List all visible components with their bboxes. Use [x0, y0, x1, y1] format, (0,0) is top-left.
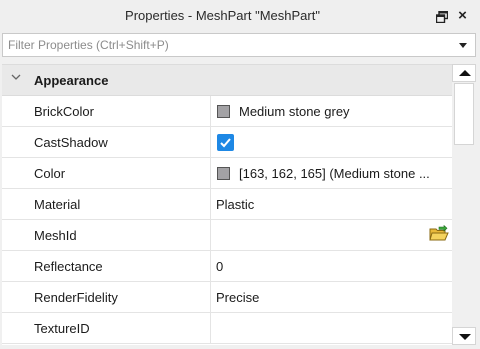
properties-panel: Properties - MeshPart "MeshPart" × Appea…	[0, 0, 480, 349]
property-name: CastShadow	[34, 135, 108, 150]
chevron-down-icon[interactable]	[11, 72, 21, 82]
vertical-scrollbar[interactable]	[452, 64, 476, 345]
category-appearance[interactable]: Appearance	[2, 65, 452, 96]
open-folder-icon[interactable]	[429, 225, 449, 243]
property-value[interactable]: Precise	[216, 290, 259, 305]
column-divider	[210, 189, 211, 220]
window-title: Properties - MeshPart "MeshPart"	[125, 8, 320, 23]
column-divider	[210, 127, 211, 158]
property-row-material[interactable]: Material Plastic	[2, 189, 452, 220]
column-divider	[210, 313, 211, 344]
property-value[interactable]: Plastic	[216, 197, 254, 212]
column-divider	[210, 220, 211, 251]
property-row-color[interactable]: Color [163, 162, 165] (Medium stone ...	[2, 158, 452, 189]
property-row-reflectance[interactable]: Reflectance 0	[2, 251, 452, 282]
property-name: Reflectance	[34, 259, 103, 274]
color-swatch	[217, 105, 230, 118]
property-name: RenderFidelity	[34, 290, 118, 305]
property-value[interactable]: Medium stone grey	[239, 104, 350, 119]
category-label: Appearance	[34, 73, 109, 88]
castshadow-checkbox[interactable]	[217, 134, 234, 151]
restore-window-icon[interactable]	[436, 11, 448, 23]
scroll-up-arrow-icon[interactable]	[452, 64, 476, 82]
scroll-down-arrow-icon[interactable]	[452, 327, 476, 345]
filter-properties-field[interactable]	[2, 33, 476, 57]
checkmark-icon	[220, 138, 231, 148]
close-icon[interactable]: ×	[456, 8, 469, 23]
property-name: BrickColor	[34, 104, 94, 119]
title-bar: Properties - MeshPart "MeshPart" ×	[0, 0, 480, 33]
column-divider	[210, 158, 211, 189]
filter-properties-input[interactable]	[8, 36, 448, 54]
column-divider	[210, 96, 211, 127]
column-divider	[210, 282, 211, 313]
property-row-castshadow[interactable]: CastShadow	[2, 127, 452, 158]
property-value[interactable]: [163, 162, 165] (Medium stone ...	[239, 166, 430, 181]
property-name: MeshId	[34, 228, 77, 243]
property-row-brickcolor[interactable]: BrickColor Medium stone grey	[2, 96, 452, 127]
property-value[interactable]: 0	[216, 259, 223, 274]
property-row-meshid[interactable]: MeshId	[2, 220, 452, 251]
property-name: TextureID	[34, 321, 90, 336]
property-grid: Appearance BrickColor Medium stone grey …	[2, 64, 452, 345]
scroll-thumb[interactable]	[454, 83, 474, 145]
color-swatch	[217, 167, 230, 180]
property-row-renderfidelity[interactable]: RenderFidelity Precise	[2, 282, 452, 313]
column-divider	[210, 251, 211, 282]
property-name: Material	[34, 197, 81, 212]
property-name: Color	[34, 166, 66, 181]
property-row-textureid[interactable]: TextureID	[2, 313, 452, 344]
chevron-down-icon[interactable]	[459, 43, 467, 48]
